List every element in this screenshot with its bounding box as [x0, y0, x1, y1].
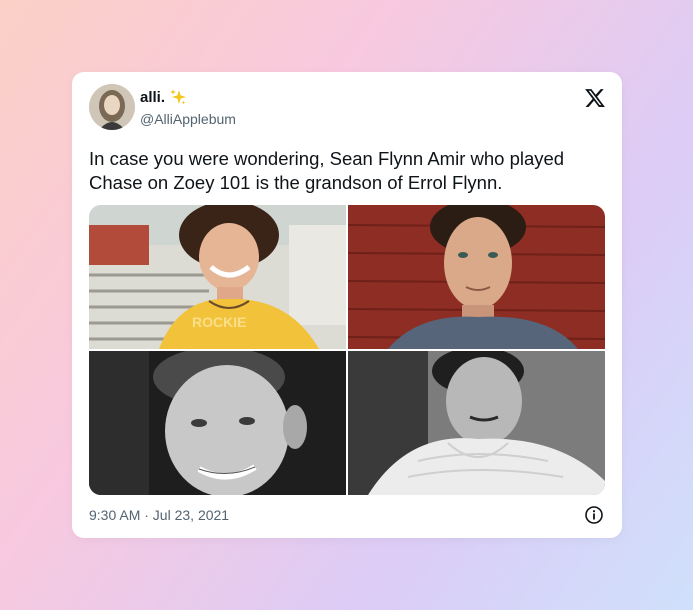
- photo-bw-man-white-sweater[interactable]: [348, 351, 605, 495]
- author-name[interactable]: alli.: [140, 89, 165, 106]
- author-handle[interactable]: @AlliApplebum: [140, 111, 236, 127]
- sparkles-icon: [169, 88, 187, 106]
- tweet-card: alli. @AlliApplebum In case you were won…: [72, 72, 622, 538]
- photo-young-actor-yellow-shirt[interactable]: ROCKIE: [89, 205, 346, 349]
- x-logo-icon[interactable]: [584, 87, 606, 109]
- media-grid[interactable]: ROCKIE: [89, 205, 605, 495]
- tweet-timestamp[interactable]: 9:30 AM · Jul 23, 2021: [89, 507, 229, 523]
- info-icon[interactable]: [584, 505, 604, 525]
- photo-bw-man-smiling[interactable]: [89, 351, 346, 495]
- tweet-text: In case you were wondering, Sean Flynn A…: [89, 148, 565, 193]
- shirt-text: ROCKIE: [192, 314, 246, 330]
- avatar[interactable]: [89, 84, 135, 130]
- author-name-row: alli.: [140, 88, 187, 106]
- photo-man-red-wall[interactable]: [348, 205, 605, 349]
